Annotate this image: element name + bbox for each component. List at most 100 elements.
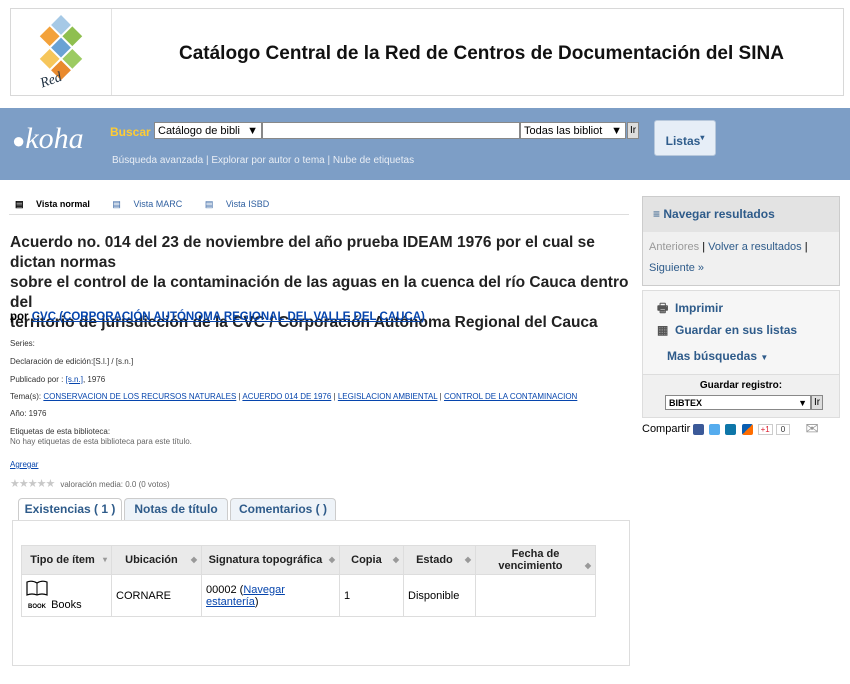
sort-icon: ◆	[464, 555, 471, 564]
gplus-button[interactable]: +1	[757, 423, 773, 435]
red-logo-icon: Red	[37, 15, 83, 92]
subject-link[interactable]: CONTROL DE LA CONTAMINACION	[444, 392, 577, 401]
search-go-button[interactable]: Ir	[627, 122, 639, 139]
tab-comments[interactable]: Comentarios ( )	[230, 498, 336, 520]
save-record-go-button[interactable]: Ir	[811, 395, 823, 410]
doc-icon: ▤	[112, 199, 121, 209]
sort-icon: ◆	[190, 555, 197, 564]
cell-item-type: BOOK Books	[21, 574, 112, 617]
subject-link[interactable]: ACUERDO 014 DE 1976	[242, 392, 331, 401]
publisher-line: Publicado por : [s.n.], 1976	[10, 375, 106, 384]
printer-icon: 🖶	[657, 301, 669, 315]
subject-link[interactable]: LEGISLACION AMBIENTAL	[338, 392, 438, 401]
menu-icon: ≡	[653, 207, 661, 221]
cell-call-number: 00002 (Navegar estantería)	[201, 574, 340, 617]
tags-none: No hay etiquetas de esta biblioteca para…	[10, 437, 192, 446]
holdings-panel: Tipo de ítem ▾ Ubicación ◆ Signatura topog…	[12, 520, 630, 666]
rating: ★★★★★ valoración media: 0.0 (0 votos)	[10, 478, 170, 490]
dropdown-arrow-icon: ▼	[247, 125, 258, 137]
site-header: Red Catálogo Central de la Red de Centro…	[10, 8, 844, 96]
browse-results-box: ≡ Navegar resultados Anteriores | Volver…	[642, 196, 840, 286]
back-to-results-link[interactable]: Volver a resultados	[708, 241, 802, 253]
browse-nav: Anteriores | Volver a resultados | Sigui…	[649, 241, 808, 274]
more-searches-action[interactable]: Mas búsquedas ▼	[667, 349, 768, 363]
subject-link[interactable]: CONSERVACION DE LOS RECURSOS NATURALES	[43, 392, 236, 401]
save-record-label: Guardar registro:	[699, 380, 783, 391]
view-marc[interactable]: ▤ Vista MARC	[112, 199, 192, 209]
dropdown-arrow-icon: ▼	[798, 398, 807, 408]
search-bar: ●koha Buscar Catálogo de bibli ▼ Todas la…	[0, 108, 850, 180]
year-line: Año: 1976	[10, 409, 47, 418]
cell-due-date	[475, 574, 596, 617]
tag-cloud-link[interactable]: Nube de etiquetas	[333, 155, 414, 166]
delicious-icon[interactable]	[741, 423, 753, 435]
add-tag-link-wrap: Agregar	[10, 460, 38, 469]
caret-icon: ▼	[760, 353, 769, 362]
add-tag-link[interactable]: Agregar	[10, 460, 38, 469]
print-action[interactable]: 🖶 Imprimir	[657, 299, 723, 320]
series-label: Series:	[10, 339, 35, 348]
linkedin-icon[interactable]	[725, 423, 737, 435]
browse-results-header[interactable]: ≡ Navegar resultados	[643, 197, 839, 232]
search-input[interactable]	[262, 122, 520, 139]
publisher-link[interactable]: [s.n.]	[66, 375, 83, 384]
cell-copy: 1	[339, 574, 404, 617]
red-logo[interactable]: Red	[11, 9, 112, 95]
sort-icon: ◆	[392, 555, 399, 564]
library-select[interactable]: Todas las bibliot ▼	[520, 122, 626, 139]
col-status[interactable]: Estado ◆	[403, 545, 476, 575]
share-bar: Compartir +1 0 ✉	[642, 421, 819, 438]
save-to-lists-action[interactable]: ▦ Guardar en sus listas	[657, 323, 797, 337]
rating-stars-icon[interactable]: ★★★★★	[10, 478, 55, 490]
view-normal[interactable]: ▤ Vista normal	[15, 199, 100, 209]
facebook-icon[interactable]	[693, 423, 705, 435]
view-switcher: ▤ Vista normal ▤ Vista MARC ▤ Vista ISBD	[15, 199, 289, 210]
table-row: BOOK Books CORNARE 00002 (Navegar estant…	[21, 574, 596, 617]
catalog-select[interactable]: Catálogo de bibli ▼	[154, 122, 262, 139]
prev-link: Anteriores	[649, 241, 700, 253]
lists-button[interactable]: Listas▾	[654, 120, 716, 156]
book-icon: BOOK	[26, 580, 48, 611]
doc-icon: ▤	[204, 199, 214, 209]
search-sublinks: Búsqueda avanzada | Explorar por autor o…	[112, 155, 415, 166]
doc-icon: ▤	[15, 199, 24, 209]
tags-label: Etiquetas de esta biblioteca:	[10, 427, 111, 436]
col-copy[interactable]: Copia ◆	[339, 545, 404, 575]
gplus-count: 0	[775, 423, 791, 435]
save-record-box: Guardar registro: BIBTEX ▼ Ir	[642, 374, 840, 418]
view-isbd[interactable]: ▤ Vista ISBD	[205, 199, 279, 209]
tab-holdings[interactable]: Existencias ( 1 )	[18, 498, 122, 521]
actions-box: 🖶 Imprimir ▦ Guardar en sus listas Mas b…	[642, 290, 840, 376]
table-header-row: Tipo de ítem ▾ Ubicación ◆ Signatura topog…	[21, 545, 596, 575]
col-call-number[interactable]: Signatura topográfica ◆	[201, 545, 340, 575]
subjects-line: Tema(s): CONSERVACION DE LOS RECURSOS NA…	[10, 392, 578, 401]
sort-icon: ◆	[328, 555, 335, 564]
author-link[interactable]: CVC (CORPORACIÓN AUTÓNOMA REGIONAL DEL V…	[32, 311, 425, 323]
sort-icon: ◆	[584, 561, 591, 570]
advanced-search-link[interactable]: Búsqueda avanzada	[112, 155, 203, 166]
dropdown-arrow-icon: ▼	[611, 125, 622, 137]
cell-location: CORNARE	[111, 574, 202, 617]
email-icon[interactable]: ✉	[805, 421, 818, 438]
author-line: por CVC (CORPORACIÓN AUTÓNOMA REGIONAL D…	[10, 311, 425, 323]
page-title: Catálogo Central de la Red de Centros de…	[179, 43, 784, 64]
search-label: Buscar	[110, 125, 151, 139]
divider	[9, 214, 629, 215]
next-link[interactable]: Siguiente »	[649, 262, 704, 274]
holdings-table: Tipo de ítem ▾ Ubicación ◆ Signatura topog…	[21, 545, 596, 617]
caret-icon: ▾	[700, 133, 705, 142]
col-location[interactable]: Ubicación ◆	[111, 545, 202, 575]
format-select[interactable]: BIBTEX ▼	[665, 395, 811, 410]
koha-logo-icon: ●	[12, 128, 26, 153]
col-item-type[interactable]: Tipo de ítem ▾	[21, 545, 112, 575]
sort-icon: ▾	[102, 555, 107, 564]
edition-statement: Declaración de edición:[S.l.] / [s.n.]	[10, 357, 134, 366]
browse-link[interactable]: Explorar por autor o tema	[211, 155, 324, 166]
list-icon: ▦	[657, 323, 669, 337]
col-due-date[interactable]: Fecha de vencimiento ◆	[475, 545, 596, 575]
koha-logo-text: koha	[25, 122, 84, 155]
tab-title-notes[interactable]: Notas de título	[124, 498, 228, 520]
twitter-icon[interactable]	[709, 423, 721, 435]
koha-logo[interactable]: ●koha	[12, 122, 84, 156]
cell-status: Disponible	[403, 574, 476, 617]
